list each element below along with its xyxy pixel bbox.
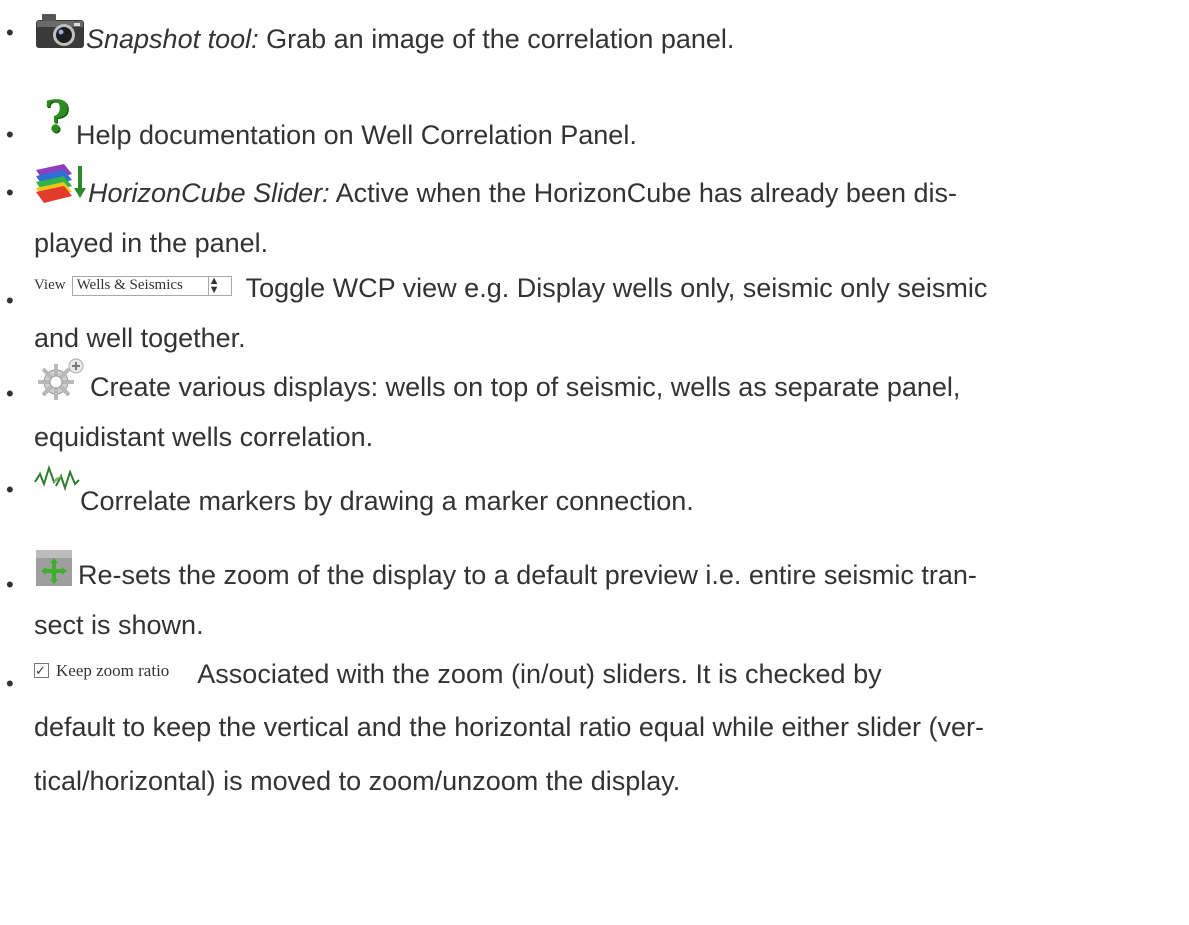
- view-label: View: [34, 277, 66, 293]
- view-select[interactable]: Wells & Seismics ▲ ▼: [71, 275, 232, 296]
- bullet: •: [6, 381, 14, 406]
- list-item-keep-zoom-ratio: ✓ Keep zoom ratio Associated with the zo…: [34, 645, 1143, 700]
- bullet: •: [6, 477, 14, 502]
- bullet: •: [6, 122, 14, 147]
- horizoncube-text-line1: Active when the HorizonCube has already …: [329, 178, 957, 208]
- list-item-snapshot: Snapshot tool: Grab an image of the corr…: [34, 10, 1143, 65]
- create-displays-gear-icon[interactable]: [34, 356, 90, 400]
- view-control: View Wells & Seismics ▲ ▼: [34, 260, 232, 311]
- list-item-create-displays-cont: equidistant wells correlation.: [34, 412, 1143, 463]
- correlate-markers-text: Correlate markers by drawing a marker co…: [80, 486, 694, 516]
- checkmark-icon: ✓: [34, 663, 49, 678]
- list-item-keep-zoom-cont2: tical/horizontal) is moved to zoom/unzoo…: [34, 756, 1143, 807]
- snapshot-camera-icon[interactable]: [34, 10, 86, 50]
- view-text-line2: and well together.: [34, 323, 246, 353]
- list-item-create-displays: Create various displays: wells on top of…: [34, 356, 1143, 413]
- list-item-reset-zoom-cont: sect is shown.: [34, 600, 1143, 651]
- bullet: •: [6, 671, 14, 696]
- reset-zoom-icon[interactable]: [34, 546, 78, 590]
- bullet: •: [6, 180, 14, 205]
- help-document: • Snapshot tool: Grab an image of the co…: [0, 0, 1189, 925]
- create-displays-text-line1: Create various displays: wells on top of…: [90, 372, 961, 402]
- create-displays-text-line2: equidistant wells correlation.: [34, 422, 374, 452]
- list-item-horizoncube: HorizonCube Slider: Active when the Hori…: [34, 162, 1143, 219]
- keep-zoom-text-line3: tical/horizontal) is moved to zoom/unzoo…: [34, 766, 681, 796]
- list-item-reset-zoom: Re-sets the zoom of the display to a def…: [34, 546, 1143, 601]
- keep-zoom-ratio-label: Keep zoom ratio: [56, 661, 170, 680]
- snapshot-lead: Snapshot tool:: [86, 24, 259, 54]
- keep-zoom-text-line1: Associated with the zoom (in/out) slider…: [197, 659, 882, 689]
- horizoncube-lead: HorizonCube Slider:: [88, 178, 330, 208]
- bullet: •: [6, 288, 14, 313]
- keep-zoom-text-line2: default to keep the vertical and the hor…: [34, 712, 985, 742]
- list-item-view-toggle: View Wells & Seismics ▲ ▼ Toggle WCP view…: [34, 260, 1143, 314]
- keep-zoom-ratio-checkbox[interactable]: ✓ Keep zoom ratio: [34, 645, 169, 696]
- reset-zoom-text-line2: sect is shown.: [34, 610, 204, 640]
- help-question-icon[interactable]: ?: [34, 96, 76, 150]
- list-item-correlate-markers: Correlate markers by drawing a marker co…: [34, 464, 1143, 527]
- horizoncube-text-line2: played in the panel.: [34, 228, 269, 258]
- view-text-line1: Toggle WCP view e.g. Display wells only,…: [245, 273, 988, 303]
- bullet: •: [6, 572, 14, 597]
- horizoncube-slider-icon[interactable]: [34, 162, 88, 204]
- correlate-markers-icon[interactable]: [34, 464, 80, 500]
- list-item-help: ? Help documentation on Well Correlation …: [34, 96, 1143, 161]
- updown-arrow-icon: ▲ ▼: [207, 275, 231, 295]
- reset-zoom-text-line1: Re-sets the zoom of the display to a def…: [78, 560, 977, 590]
- snapshot-text: Grab an image of the correlation panel.: [258, 24, 735, 54]
- view-select-value: Wells & Seismics: [76, 277, 183, 293]
- bullet: •: [6, 20, 14, 45]
- list-item-keep-zoom-cont1: default to keep the vertical and the hor…: [34, 702, 1143, 753]
- help-text: Help documentation on Well Correlation P…: [76, 120, 637, 150]
